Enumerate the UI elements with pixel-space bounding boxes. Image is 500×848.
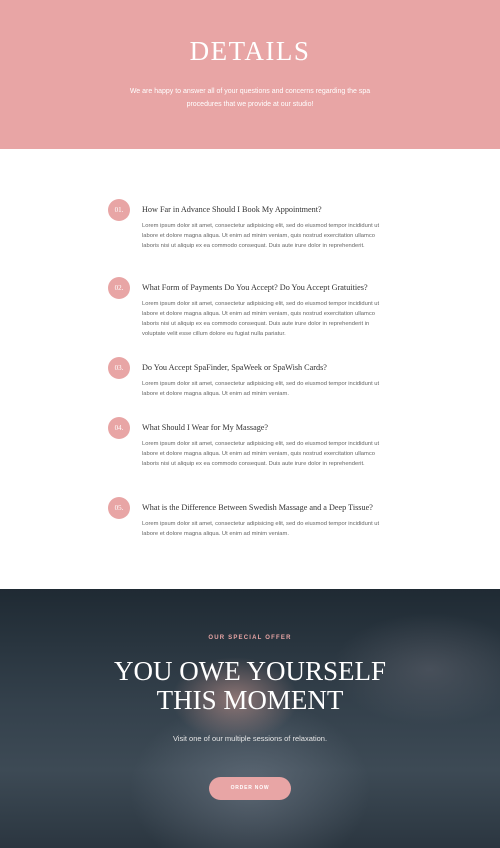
faq-number-badge: 05.	[108, 497, 130, 519]
special-offer-banner: OUR SPECIAL OFFER YOU OWE YOURSELF THIS …	[0, 589, 500, 848]
faq-number-badge: 01.	[108, 199, 130, 221]
order-now-button[interactable]: ORDER NOW	[209, 777, 291, 800]
page-subtitle: We are happy to answer all of your quest…	[129, 88, 371, 108]
offer-title-line-2: THIS MOMENT	[156, 685, 344, 715]
faq-number-badge: 02.	[108, 277, 130, 299]
faq-number-badge: 04.	[108, 417, 130, 439]
faq-question: What Should I Wear for My Massage?	[142, 423, 269, 432]
faq-answer: Lorem ipsum dolor sit amet, consectetur …	[142, 301, 380, 337]
offer-title-line-1: YOU OWE YOURSELF	[114, 656, 386, 686]
faq-question: What is the Difference Between Swedish M…	[142, 503, 373, 512]
faq-section: 01. How Far in Advance Should I Book My …	[0, 149, 500, 589]
details-header: DETAILS We are happy to answer all of yo…	[0, 0, 500, 149]
faq-answer: Lorem ipsum dolor sit amet, consectetur …	[142, 223, 380, 249]
offer-title: YOU OWE YOURSELF THIS MOMENT	[0, 657, 500, 715]
faq-answer: Lorem ipsum dolor sit amet, consectetur …	[142, 381, 380, 397]
faq-question: What Form of Payments Do You Accept? Do …	[142, 283, 368, 292]
offer-label: OUR SPECIAL OFFER	[208, 635, 292, 641]
faq-answer: Lorem ipsum dolor sit amet, consectetur …	[142, 521, 380, 537]
offer-subtitle: Visit one of our multiple sessions of re…	[172, 734, 328, 743]
faq-answer: Lorem ipsum dolor sit amet, consectetur …	[142, 441, 380, 467]
faq-question: Do You Accept SpaFinder, SpaWeek or SpaW…	[142, 363, 327, 372]
page-title: DETAILS	[189, 36, 311, 66]
faq-number-badge: 03.	[108, 357, 130, 379]
faq-question: How Far in Advance Should I Book My Appo…	[142, 205, 322, 214]
